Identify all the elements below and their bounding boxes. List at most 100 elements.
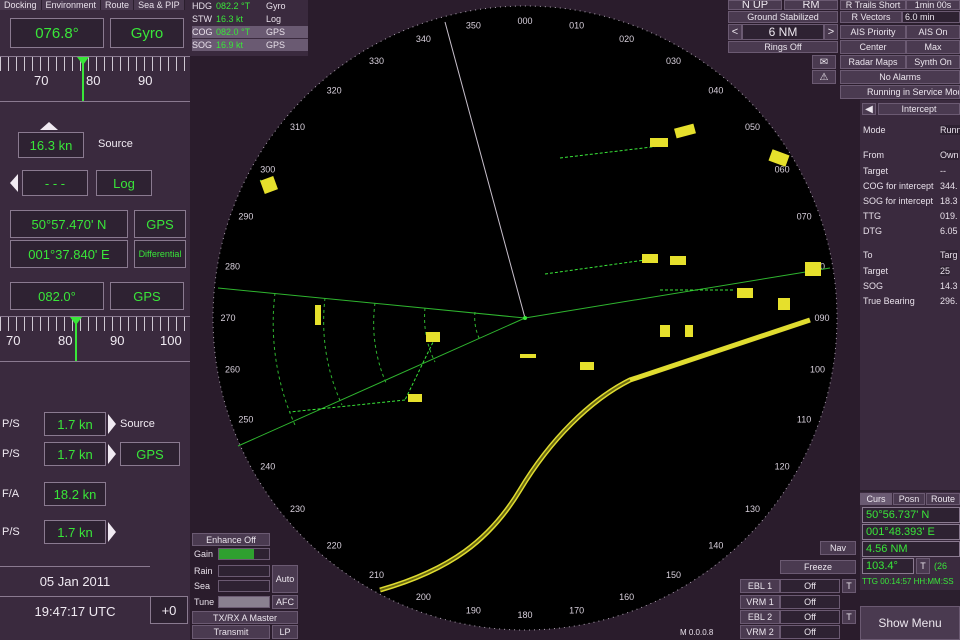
version-label: M 0.0.0.8 bbox=[680, 628, 714, 637]
bearing-label: 120 bbox=[775, 462, 790, 472]
bearing-label: 140 bbox=[708, 541, 723, 551]
info-label: HDG bbox=[192, 1, 212, 11]
drift-value: 1.7 kn bbox=[44, 520, 106, 544]
tab-position[interactable]: Posn bbox=[893, 493, 925, 505]
intercept-value[interactable]: Own bbox=[940, 150, 959, 160]
info-source[interactable]: GPS bbox=[266, 40, 285, 50]
bearing-label: 170 bbox=[569, 606, 584, 616]
cog-scale: 70 80 90 100 bbox=[0, 316, 190, 362]
cog-value: 082.0° bbox=[10, 282, 104, 310]
ebl2-true-toggle[interactable]: T bbox=[842, 610, 856, 624]
ebl2-button[interactable]: EBL 2 bbox=[740, 610, 780, 624]
auto-button[interactable]: Auto bbox=[272, 565, 298, 593]
info-source[interactable]: GPS bbox=[266, 27, 285, 37]
center-button[interactable]: Center bbox=[840, 40, 906, 54]
bearing-label: 200 bbox=[416, 592, 431, 602]
range-decrease[interactable]: < bbox=[728, 24, 742, 40]
bearing-label: 050 bbox=[745, 122, 760, 132]
motion-button[interactable]: RM bbox=[784, 0, 838, 10]
bearing-label: 240 bbox=[260, 462, 275, 472]
transmit-button[interactable]: Transmit bbox=[192, 625, 270, 639]
ebl1-true-toggle[interactable]: T bbox=[842, 579, 856, 593]
bearing-label: 070 bbox=[797, 211, 812, 221]
drift-label: P/S bbox=[2, 526, 20, 538]
rain-slider[interactable] bbox=[218, 565, 270, 577]
speed-dash: - - - bbox=[22, 170, 88, 196]
longitude-source[interactable]: Differential bbox=[134, 240, 186, 268]
tab-route-cursor[interactable]: Route bbox=[926, 493, 960, 505]
scale-label: 80 bbox=[86, 73, 101, 88]
speed-log[interactable]: Log bbox=[96, 170, 152, 196]
tab-sea-pip[interactable]: Sea & PIP bbox=[134, 0, 185, 10]
tab-route[interactable]: Route bbox=[101, 0, 135, 10]
gain-slider[interactable] bbox=[218, 548, 270, 560]
cog-source[interactable]: GPS bbox=[110, 282, 184, 310]
bearing-label: 350 bbox=[466, 21, 481, 31]
lp-button[interactable]: LP bbox=[272, 625, 298, 639]
ais-on-button[interactable]: AIS On bbox=[906, 25, 960, 39]
right-arrow[interactable] bbox=[108, 444, 116, 464]
freeze-button[interactable]: Freeze bbox=[780, 560, 856, 574]
intercept-value[interactable]: 25 bbox=[940, 266, 951, 276]
drift-label: F/A bbox=[2, 488, 20, 500]
info-source[interactable]: Gyro bbox=[266, 1, 286, 11]
tab-environment[interactable]: Environment bbox=[41, 0, 102, 10]
nav-button[interactable]: Nav bbox=[820, 541, 856, 555]
message-icon[interactable]: ✉ bbox=[812, 55, 836, 69]
info-source[interactable]: Log bbox=[266, 14, 281, 24]
bearing-label: 040 bbox=[708, 86, 723, 96]
trails-button[interactable]: R Trails Short bbox=[840, 0, 906, 10]
ebl1-button[interactable]: EBL 1 bbox=[740, 579, 780, 593]
ais-priority-button[interactable]: AIS Priority bbox=[840, 25, 906, 39]
speed-source-label: Source bbox=[98, 138, 133, 150]
sea-slider[interactable] bbox=[218, 580, 270, 592]
tab-cursor[interactable]: Curs bbox=[860, 493, 892, 505]
intercept-value[interactable]: Runn bbox=[940, 125, 960, 135]
speed-up-arrow[interactable] bbox=[40, 122, 58, 130]
enhance-button[interactable]: Enhance Off bbox=[192, 533, 270, 546]
latitude-source[interactable]: GPS bbox=[134, 210, 186, 238]
warning-icon[interactable]: ⚠ bbox=[812, 70, 836, 84]
cursor-true-toggle[interactable]: T bbox=[916, 558, 930, 574]
tune-slider[interactable] bbox=[218, 596, 270, 608]
heading-value: 076.8° bbox=[10, 18, 104, 48]
drift-source-label: Source bbox=[120, 418, 155, 430]
cursor-ttg: TTG 00:14:57 HH:MM:SS bbox=[862, 577, 954, 586]
right-arrow[interactable] bbox=[108, 522, 116, 542]
drift-source[interactable]: GPS bbox=[120, 442, 180, 466]
bearing-label: 100 bbox=[810, 365, 825, 375]
max-button[interactable]: Max bbox=[906, 40, 960, 54]
intercept-label: Target bbox=[863, 166, 889, 176]
afc-button[interactable]: AFC bbox=[272, 595, 298, 609]
show-menu-button[interactable]: Show Menu bbox=[860, 606, 960, 640]
bearing-label: 090 bbox=[814, 313, 829, 323]
intercept-label: COG for intercept bbox=[863, 181, 934, 191]
vrm2-button[interactable]: VRM 2 bbox=[740, 625, 780, 639]
cursor-bearing: 103.4° bbox=[862, 558, 914, 574]
heading-source[interactable]: Gyro bbox=[110, 18, 184, 48]
txrx-button[interactable]: TX/RX A Master bbox=[192, 611, 298, 624]
vrm1-button[interactable]: VRM 1 bbox=[740, 595, 780, 609]
orientation-button[interactable]: N UP bbox=[728, 0, 782, 10]
drift-value: 1.7 kn bbox=[44, 412, 106, 436]
radar-display[interactable]: 350 340 330 320 310 300 290 280 270 260 250 240 230 2… bbox=[190, 0, 860, 640]
range-increase[interactable]: > bbox=[824, 24, 838, 40]
intercept-label: Mode bbox=[863, 125, 886, 135]
bearing-label: 190 bbox=[466, 606, 481, 616]
radar-maps-button[interactable]: Radar Maps bbox=[840, 55, 906, 69]
intercept-back-button[interactable]: ◀ bbox=[862, 103, 876, 115]
rings-button[interactable]: Rings Off bbox=[728, 41, 838, 53]
bearing-label: 010 bbox=[569, 21, 584, 31]
right-arrow[interactable] bbox=[108, 414, 116, 434]
left-arrow[interactable] bbox=[10, 174, 18, 192]
time-display: 19:47:17 UTC bbox=[0, 596, 150, 625]
time-offset[interactable]: +0 bbox=[150, 596, 188, 624]
tab-docking[interactable]: Docking bbox=[0, 0, 42, 10]
bearing-label: 110 bbox=[797, 415, 811, 425]
bearing-label: 260 bbox=[225, 365, 240, 375]
stabilization-button[interactable]: Ground Stabilized bbox=[728, 11, 838, 23]
vectors-button[interactable]: R Vectors bbox=[840, 11, 902, 23]
bearing-label: 300 bbox=[260, 165, 275, 175]
intercept-value[interactable]: Targ bbox=[940, 250, 958, 260]
synth-on-button[interactable]: Synth On bbox=[906, 55, 960, 69]
